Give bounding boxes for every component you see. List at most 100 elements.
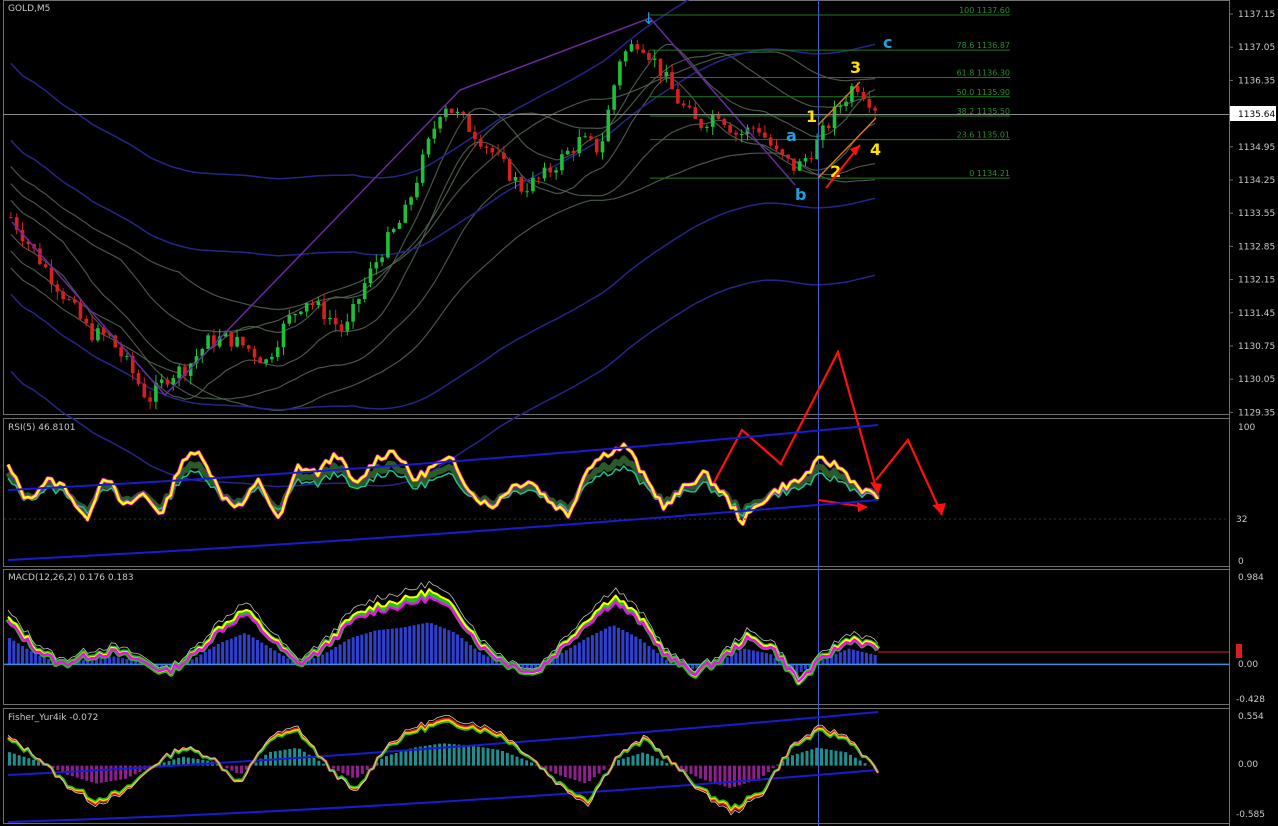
fisher-histogram-bar	[689, 765, 693, 775]
fisher-histogram-bar	[505, 752, 509, 766]
price-tick-label: 1134.25	[1238, 176, 1275, 186]
candle-body	[55, 284, 60, 292]
macd-histogram-bar	[751, 650, 755, 665]
candle-body	[432, 128, 437, 139]
macd-histogram-bar	[799, 664, 803, 673]
candle-body	[641, 49, 645, 53]
macd-histogram-bar	[408, 626, 412, 665]
macd-histogram-bar	[560, 652, 564, 665]
candle-body	[554, 170, 558, 173]
candle-body	[670, 72, 674, 90]
fisher-histogram-bar	[351, 765, 355, 778]
candle-body	[206, 335, 210, 349]
macd-histogram-bar	[847, 648, 851, 665]
macd-histogram-bar	[412, 625, 416, 665]
candle-body	[855, 86, 860, 92]
current-price-text: 1135.64	[1238, 110, 1275, 120]
fisher-histogram-bar	[795, 753, 799, 766]
candle-body	[246, 345, 251, 349]
macd-histogram-bar	[434, 624, 438, 665]
candle-body	[873, 107, 877, 111]
fisher-histogram-bar	[457, 744, 461, 766]
macd-histogram-bar	[747, 649, 751, 665]
candle-body	[664, 72, 669, 77]
macd-histogram-bar	[38, 655, 42, 665]
macd-histogram-bar	[573, 645, 577, 665]
fisher-histogram-bar	[549, 765, 553, 772]
fisher-histogram-bar	[820, 748, 823, 766]
wave-label-a: a	[786, 126, 797, 145]
macd-histogram-bar	[864, 652, 868, 665]
candle-body	[316, 301, 321, 306]
candle-body	[571, 150, 576, 153]
macd-histogram-bar	[656, 653, 660, 665]
macd-histogram-bar	[834, 653, 838, 665]
candle-body	[763, 132, 767, 138]
candle-body	[484, 146, 489, 148]
fisher-histogram-bar	[602, 765, 606, 770]
macd-histogram-bar	[625, 632, 629, 665]
fisher-histogram-bar	[288, 748, 292, 766]
macd-histogram-bar	[634, 636, 638, 665]
macd-histogram-bar	[429, 623, 433, 665]
candle-body	[786, 154, 790, 159]
candle-body	[565, 150, 570, 155]
fib-level-label: 100 1137.60	[959, 6, 1010, 15]
fisher-histogram-bar	[230, 765, 234, 771]
macd-histogram-bar	[195, 657, 199, 665]
fisher-histogram-bar	[167, 760, 171, 766]
candle-body	[438, 117, 442, 129]
fisher-histogram-bar	[17, 755, 21, 766]
fisher-histogram-bar	[829, 749, 833, 766]
candle-body	[229, 332, 234, 347]
macd-histogram-bar	[577, 642, 581, 665]
macd-histogram-bar	[208, 649, 212, 665]
macd-histogram-bar	[651, 649, 655, 665]
wave-label-3: 3	[850, 58, 861, 77]
macd-histogram-bar	[416, 624, 420, 665]
candle-body	[345, 321, 350, 331]
rsi-axis-32: 32	[1236, 515, 1247, 525]
fisher-axis-zero: 0.00	[1238, 760, 1258, 770]
fisher-pane-title: Fisher_Yur4ik -0.072	[8, 713, 98, 723]
candle-body	[287, 315, 292, 324]
fisher-histogram-bar	[588, 765, 591, 782]
macd-histogram-bar	[438, 626, 442, 665]
macd-histogram-bar	[464, 641, 468, 665]
macd-histogram-bar	[869, 653, 873, 665]
fisher-histogram-bar	[660, 760, 664, 766]
candle-body	[722, 118, 727, 125]
fisher-histogram-bar	[670, 765, 674, 766]
fisher-histogram-bar	[90, 765, 94, 783]
candle-body	[241, 336, 245, 346]
candle-body	[61, 291, 65, 300]
candle-body	[252, 348, 257, 358]
macd-histogram-bar	[25, 648, 29, 665]
fisher-histogram-bar	[554, 765, 558, 774]
macd-histogram-bar	[356, 635, 359, 665]
candle-body	[270, 356, 274, 360]
candle-body	[821, 125, 825, 140]
fisher-histogram-bar	[472, 745, 475, 766]
candle-body	[490, 147, 495, 153]
fisher-histogram-bar	[805, 750, 809, 766]
candle-body	[328, 318, 332, 320]
fisher-histogram-bar	[631, 755, 635, 766]
candle-body	[96, 328, 100, 341]
candle-body	[705, 126, 709, 128]
fisher-histogram-bar	[704, 765, 707, 781]
candle-body	[67, 299, 71, 301]
candle-body	[728, 124, 732, 133]
down-arrow-icon: ↓	[642, 9, 655, 28]
macd-histogram-bar	[238, 635, 242, 665]
fisher-histogram-bar	[834, 750, 838, 766]
macd-histogram-bar	[621, 629, 625, 665]
macd-histogram-bar	[334, 646, 338, 665]
fisher-histogram-bar	[486, 748, 490, 766]
candle-body	[734, 132, 738, 135]
fisher-histogram-bar	[467, 745, 471, 766]
macd-histogram-bar	[316, 656, 320, 665]
macd-histogram-bar	[382, 629, 386, 665]
macd-histogram-bar	[8, 638, 11, 665]
macd-histogram-bar	[586, 637, 590, 665]
